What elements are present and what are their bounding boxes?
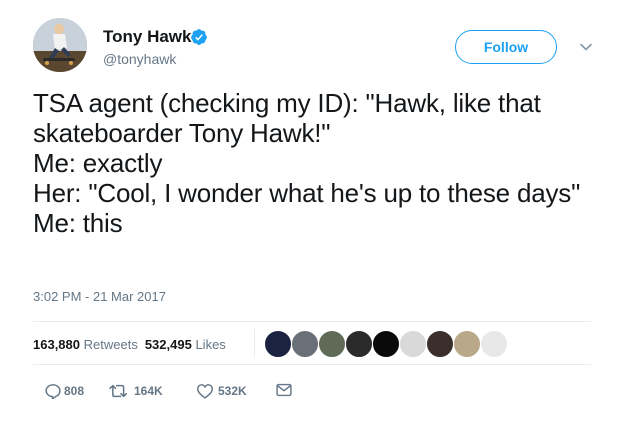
liker-avatar-1[interactable] — [264, 330, 292, 358]
tweet-text: TSA agent (checking my ID): "Hawk, like … — [33, 88, 581, 238]
retweet-icon — [109, 384, 128, 398]
like-action[interactable]: 532K — [196, 381, 266, 401]
liker-avatar-3[interactable] — [318, 330, 346, 358]
author-name[interactable]: Tony Hawk — [103, 27, 191, 47]
liker-avatar-9[interactable] — [480, 330, 508, 358]
liker-avatar-4[interactable] — [345, 330, 373, 358]
engagement-stats: 163,880 Retweets 532,495 Likes — [33, 337, 226, 352]
liker-avatar-5[interactable] — [372, 330, 400, 358]
liker-avatar-2[interactable] — [291, 330, 319, 358]
author-handle[interactable]: @tonyhawk — [103, 51, 176, 67]
stats-separator — [254, 329, 255, 357]
message-action[interactable] — [276, 381, 294, 401]
heart-icon — [197, 384, 213, 399]
retweet-count: 164K — [134, 384, 163, 398]
reply-count: 808 — [64, 384, 85, 398]
tweet-timestamp[interactable]: 3:02 PM - 21 Mar 2017 — [33, 289, 166, 304]
retweets-stat[interactable]: 163,880 Retweets — [33, 337, 138, 352]
liker-avatar-8[interactable] — [453, 330, 481, 358]
retweet-action[interactable]: 164K — [109, 381, 179, 401]
reply-icon — [45, 384, 61, 399]
follow-button[interactable]: Follow — [455, 30, 557, 64]
liker-avatar-6[interactable] — [399, 330, 427, 358]
chevron-down-icon[interactable] — [580, 42, 592, 52]
verified-badge-icon — [191, 29, 207, 45]
tweet-card: Tony Hawk @tonyhawk Follow TSA agent (ch… — [0, 0, 624, 426]
reply-action[interactable]: 808 — [44, 381, 94, 401]
liker-avatar-7[interactable] — [426, 330, 454, 358]
envelope-icon — [276, 383, 292, 397]
likes-stat[interactable]: 532,495 Likes — [145, 337, 226, 352]
divider — [33, 364, 591, 365]
divider — [33, 321, 591, 322]
likes-count: 532,495 — [144, 337, 192, 352]
like-count: 532K — [218, 384, 247, 398]
retweets-label: Retweets — [83, 337, 138, 352]
skateboarder-avatar-photo — [33, 18, 87, 72]
retweets-count: 163,880 — [33, 337, 80, 352]
likes-label: Likes — [195, 337, 226, 352]
author-avatar[interactable] — [33, 18, 87, 72]
